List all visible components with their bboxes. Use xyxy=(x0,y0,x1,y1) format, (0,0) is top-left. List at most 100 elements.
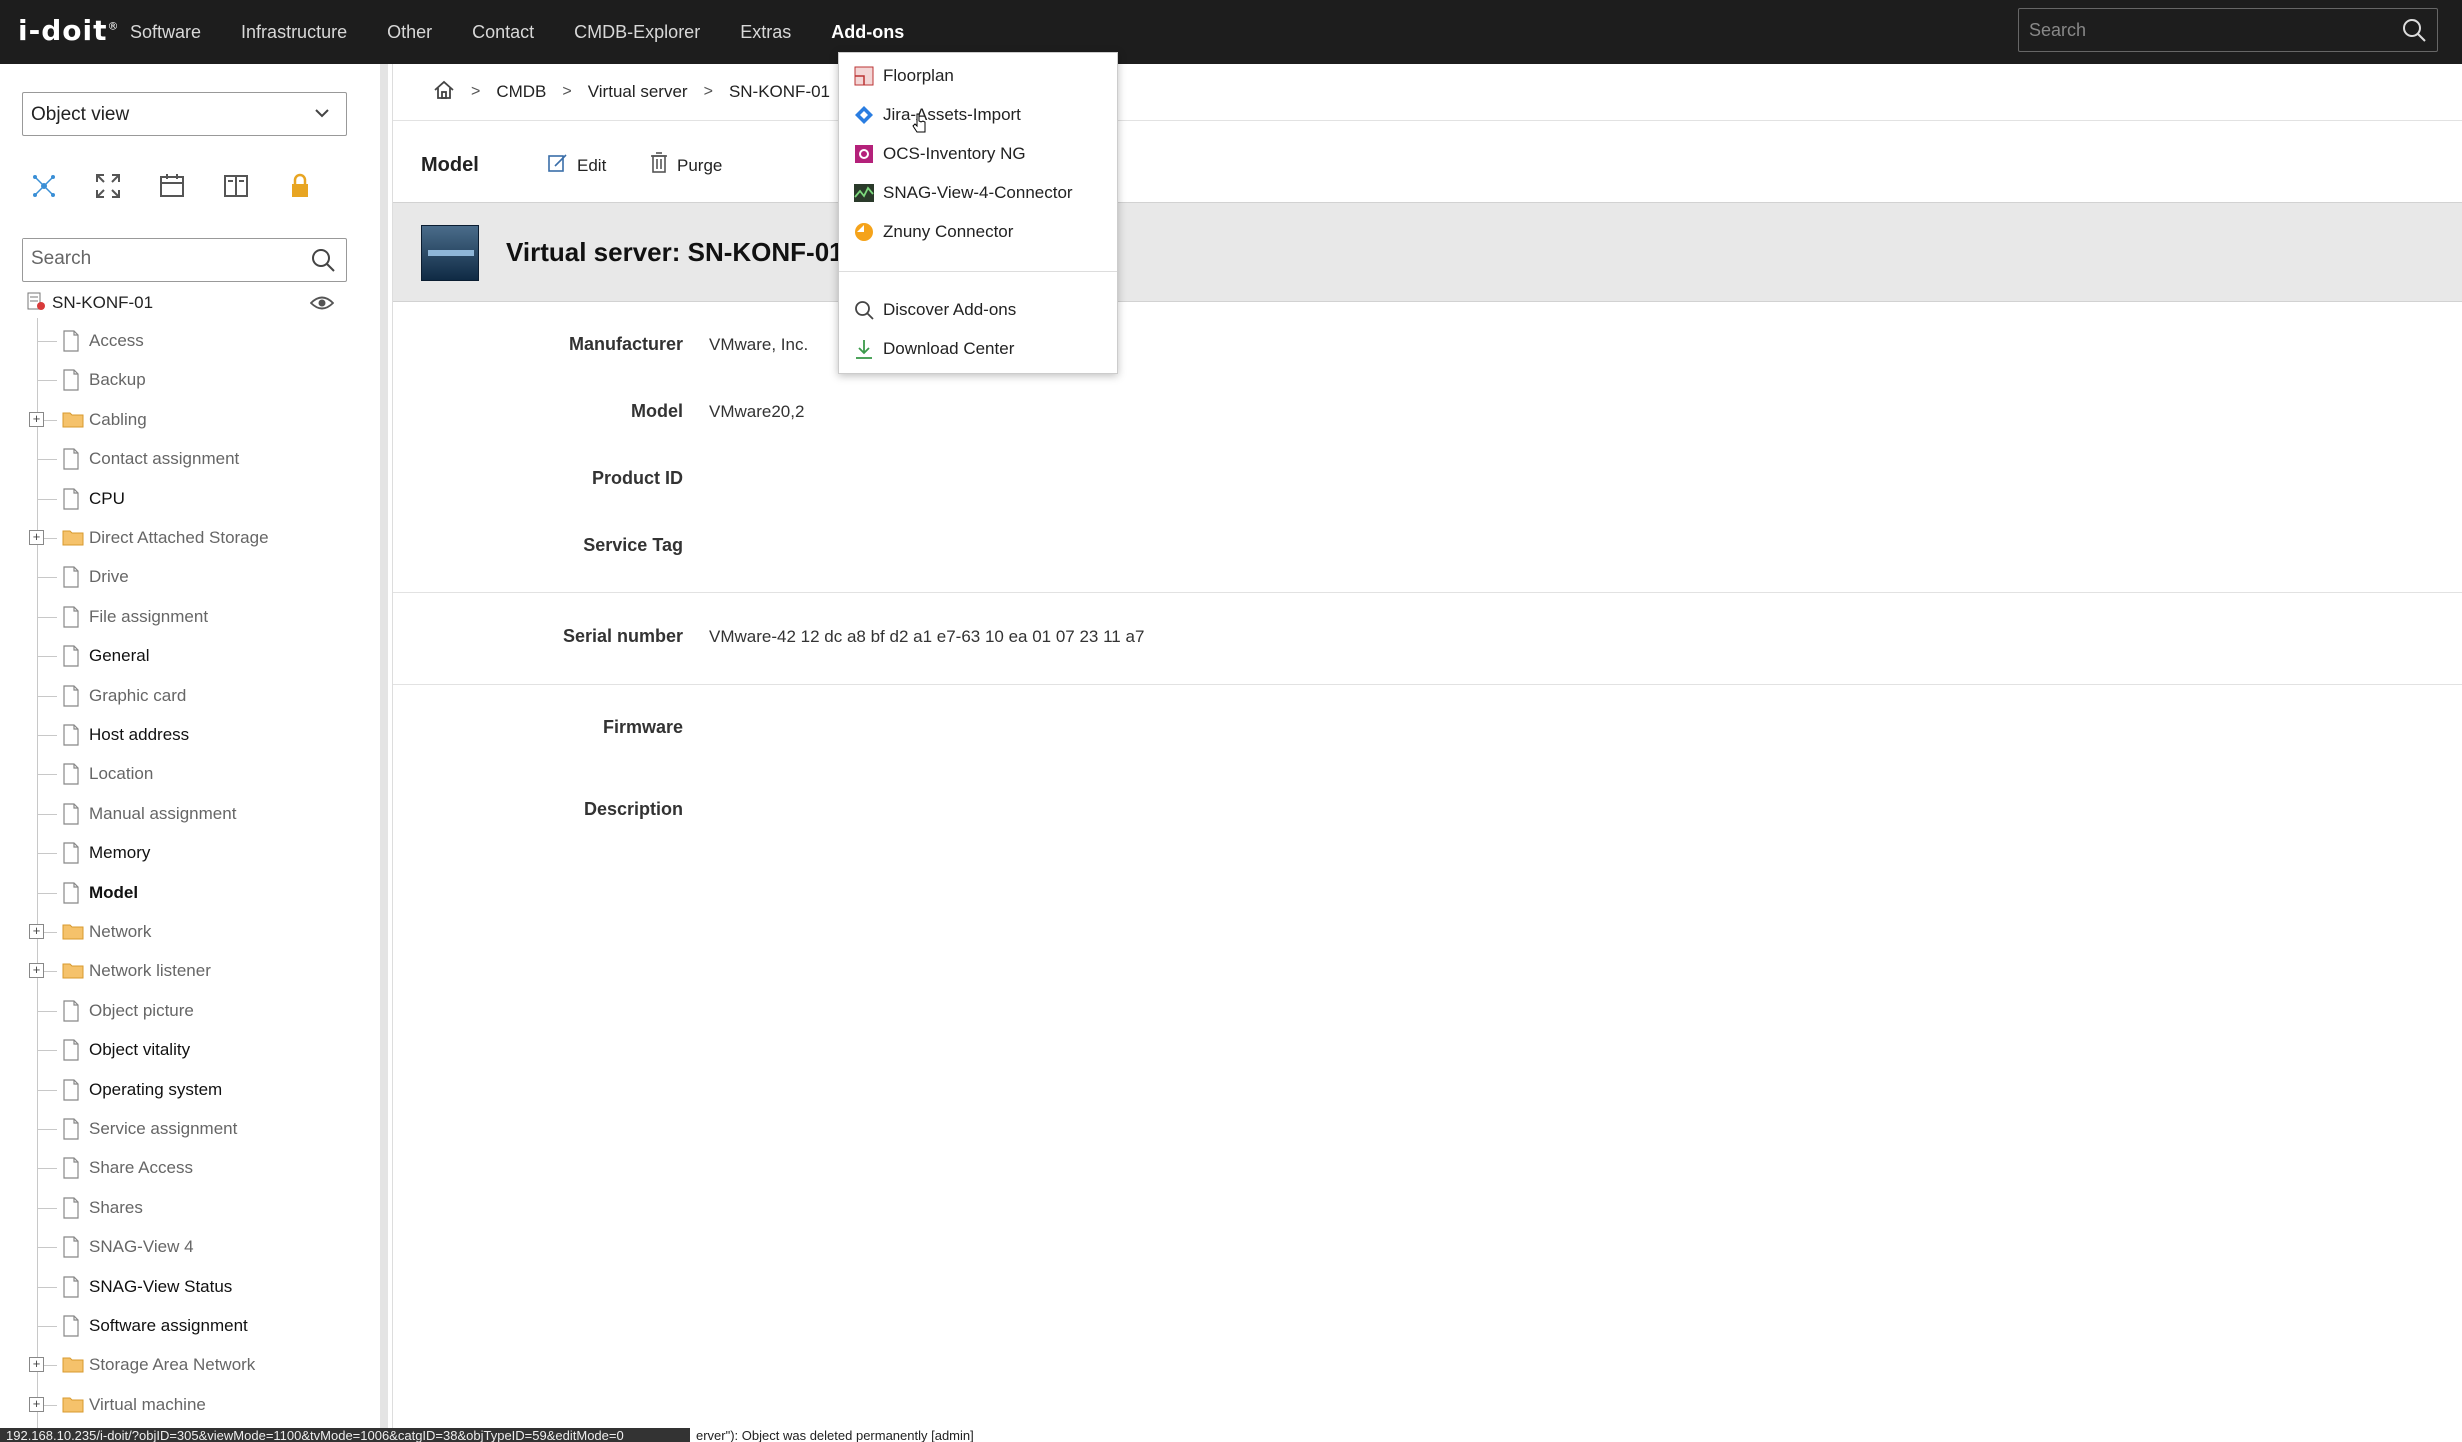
tree-item[interactable]: Model xyxy=(0,874,378,912)
tree-root[interactable]: SN-KONF-01 xyxy=(26,284,153,322)
tree-item[interactable]: Operating system xyxy=(0,1071,378,1109)
menu-item-snag-view-connector[interactable]: SNAG-View-4-Connector xyxy=(839,174,1117,212)
tree-item-label: Host address xyxy=(89,725,190,744)
menu-item-znuny-connector[interactable]: Znuny Connector xyxy=(839,213,1117,251)
folder-icon xyxy=(62,921,84,946)
tree-item[interactable]: Software assignment xyxy=(0,1307,378,1345)
menu-item-floorplan[interactable]: Floorplan xyxy=(839,57,1117,95)
breadcrumb: > CMDB > Virtual server > SN-KONF-01 xyxy=(433,64,830,120)
document-icon xyxy=(62,1118,80,1145)
expand-toggle-icon[interactable]: + xyxy=(29,963,44,979)
document-icon xyxy=(62,645,80,672)
nav-contact[interactable]: Contact xyxy=(472,22,534,43)
tree-item-label: Contact assignment xyxy=(89,449,240,469)
nav-infrastructure[interactable]: Infrastructure xyxy=(241,22,347,43)
tree-search-input[interactable] xyxy=(23,239,283,279)
breadcrumb-virtual-server[interactable]: Virtual server xyxy=(588,82,688,102)
tree-item[interactable]: + Storage Area Network xyxy=(0,1346,378,1384)
tree-item[interactable]: Graphic card xyxy=(0,677,378,715)
tree-item-label: Model xyxy=(89,882,139,902)
expand-icon[interactable] xyxy=(94,172,158,205)
tree-item-label: Shares xyxy=(89,1197,143,1217)
nav-other[interactable]: Other xyxy=(387,22,432,43)
manufacturer-label: Manufacturer xyxy=(568,334,683,354)
purge-button[interactable]: Purge xyxy=(649,152,722,179)
nav-extras[interactable]: Extras xyxy=(740,22,791,43)
expand-toggle-icon[interactable]: + xyxy=(29,1396,44,1412)
lock-icon[interactable] xyxy=(286,172,350,205)
tree-item[interactable]: Access xyxy=(0,322,378,360)
breadcrumb-object[interactable]: SN-KONF-01 xyxy=(729,82,830,102)
tree-item[interactable]: SNAG-View 4 xyxy=(0,1228,378,1266)
document-icon xyxy=(62,1275,80,1303)
menu-item-download-center[interactable]: Download Center xyxy=(839,330,1117,368)
book-icon[interactable] xyxy=(222,172,286,205)
document-icon xyxy=(62,1236,80,1263)
calendar-icon[interactable] xyxy=(158,172,222,205)
expand-toggle-icon[interactable]: + xyxy=(29,924,44,939)
tree-item-label: Manual assignment xyxy=(89,803,237,823)
document-icon xyxy=(62,1078,80,1106)
expand-toggle-icon[interactable]: + xyxy=(29,411,44,427)
tree-item[interactable]: Manual assignment xyxy=(0,795,378,833)
serial-number-value: VMware-42 12 dc a8 bf d2 a1 e7-63 10 ea … xyxy=(709,627,1145,646)
tree-item[interactable]: Drive xyxy=(0,558,378,596)
tree-item[interactable]: + Network listener xyxy=(0,952,378,990)
tree-item[interactable]: File assignment xyxy=(0,598,378,636)
expand-toggle-icon[interactable]: + xyxy=(29,530,44,545)
serial-number-label: Serial number xyxy=(562,626,683,646)
view-mode-select[interactable]: Object view xyxy=(22,92,347,136)
tree-item[interactable]: + Cabling xyxy=(0,401,378,439)
tree-item-label: Object picture xyxy=(89,1000,194,1020)
tree-item-label: Network xyxy=(89,922,152,941)
tree-item[interactable]: + Virtual machine xyxy=(0,1386,378,1424)
floorplan-icon xyxy=(853,66,875,86)
tree-item-label: Memory xyxy=(89,843,151,863)
menu-item-ocs-inventory[interactable]: OCS-Inventory NG xyxy=(839,135,1117,173)
tree-item[interactable]: Contact assignment xyxy=(0,440,378,478)
global-search-input[interactable] xyxy=(2019,9,2379,51)
nav-addons[interactable]: Add-ons xyxy=(831,22,904,43)
tree-item[interactable]: Object vitality xyxy=(0,1031,378,1069)
menu-item-jira-assets-import[interactable]: Jira-Assets-Import xyxy=(839,96,1117,134)
tree-item[interactable]: SNAG-View Status xyxy=(0,1268,378,1306)
tree-item[interactable]: + Network xyxy=(0,913,378,951)
nav-software[interactable]: Software xyxy=(130,22,201,43)
left-panel: Object view SN-KONF-01 Access Backup + Cabl… xyxy=(0,64,378,1442)
idoit-logo[interactable]: i-doit® xyxy=(18,14,119,47)
search-icon[interactable] xyxy=(310,247,336,278)
expand-toggle-icon[interactable]: + xyxy=(29,1357,44,1373)
tree-item[interactable]: CPU xyxy=(0,480,378,518)
tree-item[interactable]: Backup xyxy=(0,361,378,399)
home-icon[interactable] xyxy=(433,79,455,106)
panel-splitter[interactable] xyxy=(378,64,392,1442)
tree-item-label: Software assignment xyxy=(89,1316,248,1335)
tree-item[interactable]: Memory xyxy=(0,834,378,872)
tree-item[interactable]: Service assignment xyxy=(0,1110,378,1148)
trash-icon xyxy=(649,152,669,179)
nav-cmdb-explorer[interactable]: CMDB-Explorer xyxy=(574,22,700,43)
tree-item[interactable]: Location xyxy=(0,755,378,793)
network-graph-icon[interactable] xyxy=(30,172,94,205)
eye-icon[interactable] xyxy=(309,294,335,317)
addons-dropdown-menu: Floorplan Jira-Assets-Import OCS-Invento… xyxy=(838,52,1118,374)
document-icon xyxy=(62,803,80,830)
tree-item[interactable]: Object picture xyxy=(0,992,378,1030)
search-icon[interactable] xyxy=(2401,17,2427,48)
tree-item[interactable]: General xyxy=(0,637,378,675)
edit-button[interactable]: Edit xyxy=(547,152,606,179)
tree-item-label: Backup xyxy=(89,370,146,390)
folder-icon xyxy=(62,1354,84,1379)
service-tag-label: Service Tag xyxy=(583,535,683,555)
description-label: Description xyxy=(583,799,683,819)
tree-item-label: Direct Attached Storage xyxy=(89,528,269,547)
tree-item[interactable]: Shares xyxy=(0,1189,378,1227)
tree-item[interactable]: + Direct Attached Storage xyxy=(0,519,378,557)
jira-icon xyxy=(853,105,875,125)
tree-item[interactable]: Host address xyxy=(0,716,378,754)
menu-item-discover-addons[interactable]: Discover Add-ons xyxy=(839,291,1117,329)
document-icon xyxy=(62,487,80,515)
znuny-icon xyxy=(853,222,875,242)
breadcrumb-cmdb[interactable]: CMDB xyxy=(496,82,546,102)
tree-item[interactable]: Share Access xyxy=(0,1149,378,1187)
